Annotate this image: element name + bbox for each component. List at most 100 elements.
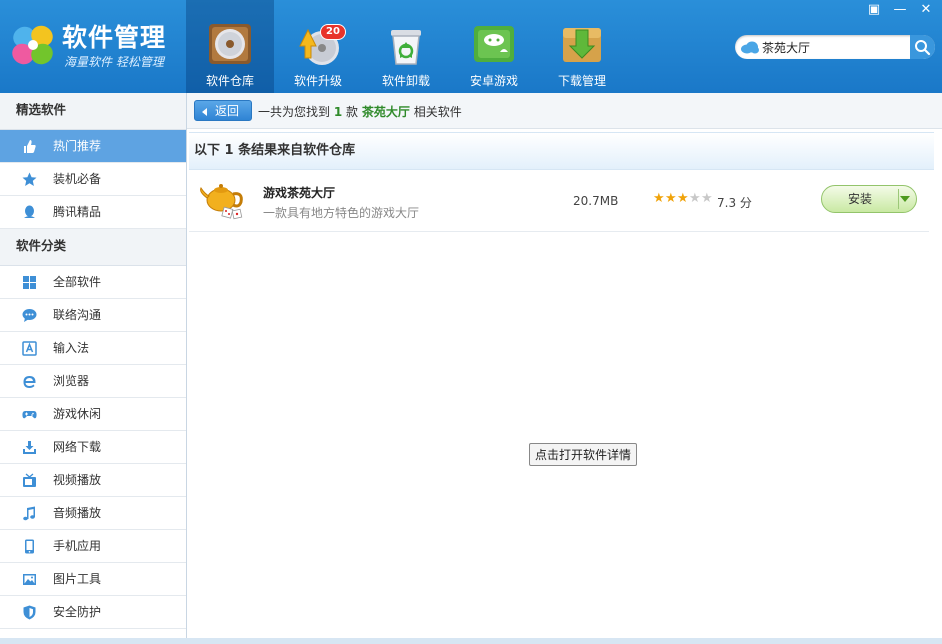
app-score: 7.3 分 (717, 196, 752, 210)
summary-count: 1 (333, 105, 343, 119)
rating-stars: ★ ★ ★ ★ ★ (653, 191, 713, 206)
android-game-icon (474, 26, 514, 62)
summary-suffix: 相关软件 (413, 105, 462, 119)
app-slogan: 海量软件 轻松管理 (64, 55, 164, 69)
table-row[interactable]: 游戏茶苑大厅 一款具有地方特色的游戏大厅 20.7MB ★ ★ ★ ★ ★ 7.3 分 … (189, 169, 929, 232)
search-input[interactable] (762, 38, 907, 56)
main-nav: 软件仓库 20 软件升级 软件卸载 安卓游戏 下载管理 (186, 0, 626, 93)
nav-label: 安卓游戏 (469, 74, 518, 88)
music-note-icon (23, 506, 35, 521)
phone-icon (25, 539, 34, 554)
picture-icon (23, 574, 36, 585)
install-button[interactable]: 安装 (821, 185, 917, 213)
skin-button[interactable]: ▣ (864, 2, 884, 18)
sidebar-item-label: 输入法 (53, 341, 90, 355)
disc-box-icon (209, 24, 251, 64)
back-button-label: 返回 (215, 104, 240, 118)
sidebar-item-label: 浏览器 (53, 374, 90, 388)
sidebar-item-browser[interactable]: 浏览器 (0, 365, 186, 398)
gamepad-icon (22, 411, 37, 419)
sidebar-item-mobile[interactable]: 手机应用 (0, 530, 186, 563)
star-empty-icon: ★ (689, 191, 701, 206)
thumbs-up-icon (24, 140, 36, 153)
app-name[interactable]: 游戏茶苑大厅 (263, 184, 335, 201)
sidebar-item-video[interactable]: 视频播放 (0, 464, 186, 497)
search-icon (915, 40, 931, 56)
browser-e-icon (23, 376, 36, 388)
upgrade-count-badge: 20 (320, 24, 346, 40)
penguin-icon (24, 205, 35, 218)
star-filled-icon: ★ (665, 191, 677, 206)
nav-label: 下载管理 (557, 74, 606, 88)
sidebar-item-hot[interactable]: 热门推荐 (0, 130, 186, 163)
sidebar: 精选软件 热门推荐 装机必备 腾讯精品 软件分类 全部软件 联络沟通 输入法 浏… (0, 93, 187, 644)
summary-keyword: 茶苑大厅 (361, 105, 410, 119)
chat-bubble-icon (22, 309, 37, 322)
nav-label: 软件仓库 (205, 74, 254, 88)
bottom-border (0, 638, 942, 644)
nav-android-games[interactable]: 安卓游戏 (450, 0, 538, 93)
cloud-icon (741, 41, 759, 54)
minimize-button[interactable]: — (890, 2, 910, 18)
shield-icon (23, 605, 36, 620)
sidebar-item-label: 游戏休闲 (53, 407, 102, 421)
summary-prefix: 一共为您找到 (258, 105, 331, 119)
sidebar-item-label: 安全防护 (53, 605, 102, 619)
nav-label: 软件卸载 (381, 74, 430, 88)
teapot-icon (200, 184, 243, 220)
sidebar-section-categories: 软件分类 (0, 229, 186, 266)
sidebar-item-all[interactable]: 全部软件 (0, 266, 186, 299)
recycle-bin-icon (391, 30, 421, 65)
nav-label: 软件升级 (293, 74, 342, 88)
sidebar-item-essentials[interactable]: 装机必备 (0, 163, 186, 196)
install-button-label: 安装 (847, 192, 872, 206)
sidebar-item-label: 视频播放 (53, 473, 102, 487)
sidebar-item-security[interactable]: 安全防护 (0, 596, 186, 629)
sidebar-item-communication[interactable]: 联络沟通 (0, 299, 186, 332)
back-button[interactable]: 返回 (194, 100, 252, 121)
install-divider (898, 189, 899, 209)
sidebar-item-label: 音频播放 (53, 506, 102, 520)
nav-software-uninstall[interactable]: 软件卸载 (362, 0, 450, 93)
sidebar-item-label: 网络下载 (53, 440, 102, 454)
title-bar: 软件管理 海量软件 轻松管理 ▣ — ✕ 软件仓库 20 软件升级 软件卸载 安… (0, 0, 942, 93)
sidebar-item-label: 图片工具 (53, 572, 102, 586)
star-filled-icon: ★ (677, 191, 689, 206)
sidebar-item-label: 腾讯精品 (53, 205, 102, 219)
logo-icon (12, 25, 53, 65)
app-title: 软件管理 (62, 23, 167, 52)
chevron-down-icon[interactable] (900, 196, 910, 202)
sidebar-item-label: 全部软件 (53, 275, 102, 289)
star-empty-icon: ★ (701, 191, 713, 206)
window-controls: ▣ — ✕ (864, 2, 936, 18)
sidebar-item-label: 热门推荐 (53, 139, 102, 153)
app-size: 20.7MB (573, 194, 619, 208)
search-summary: 一共为您找到 1 款 茶苑大厅 相关软件 (258, 103, 462, 120)
sidebar-item-label: 装机必备 (53, 172, 102, 186)
nav-software-upgrade[interactable]: 20 软件升级 (274, 0, 362, 93)
tv-icon (23, 473, 36, 487)
star-icon (22, 172, 37, 186)
sidebar-item-audio[interactable]: 音频播放 (0, 497, 186, 530)
sidebar-item-image-tools[interactable]: 图片工具 (0, 563, 186, 596)
close-button[interactable]: ✕ (916, 2, 936, 18)
sidebar-item-tencent[interactable]: 腾讯精品 (0, 196, 186, 229)
tooltip: 点击打开软件详情 (529, 443, 638, 466)
result-source-header: 以下 1 条结果来自软件仓库 (189, 132, 934, 170)
search-box (735, 35, 935, 59)
download-tray-icon (23, 441, 36, 454)
search-button[interactable] (910, 35, 935, 59)
back-arrow-icon (202, 108, 207, 116)
star-filled-icon: ★ (653, 191, 665, 206)
sidebar-section-featured: 精选软件 (0, 93, 186, 130)
sidebar-item-games[interactable]: 游戏休闲 (0, 398, 186, 431)
keyboard-a-icon (22, 341, 37, 356)
nav-download-manager[interactable]: 下载管理 (538, 0, 626, 93)
app-description: 一款具有地方特色的游戏大厅 (263, 206, 420, 220)
sidebar-item-label: 联络沟通 (53, 308, 102, 322)
result-toolbar: 返回 一共为您找到 1 款 茶苑大厅 相关软件 (187, 93, 942, 129)
nav-software-repository[interactable]: 软件仓库 (186, 0, 274, 93)
sidebar-item-input-method[interactable]: 输入法 (0, 332, 186, 365)
grid-icon (23, 276, 36, 289)
sidebar-item-download[interactable]: 网络下载 (0, 431, 186, 464)
